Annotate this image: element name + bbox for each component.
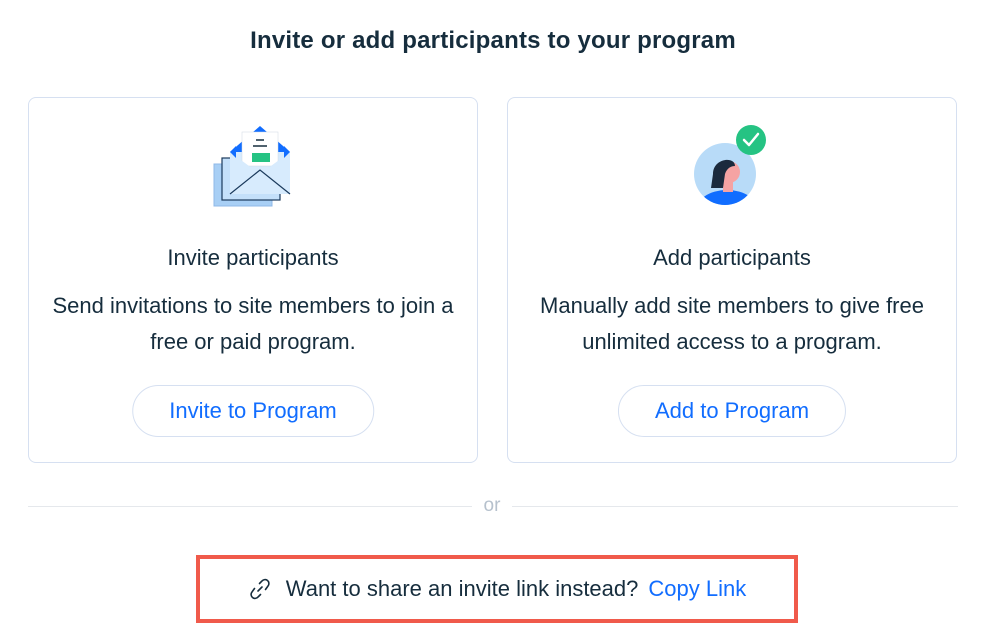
add-card-description: Manually add site members to give free u… — [540, 293, 924, 354]
add-to-program-button[interactable]: Add to Program — [617, 385, 847, 437]
page-title: Invite or add participants to your progr… — [250, 27, 736, 54]
envelope-invitations-icon — [213, 126, 291, 207]
divider-left — [28, 506, 472, 507]
or-separator: or — [483, 495, 501, 516]
invite-participants-page: Invite or add participants to your progr… — [0, 0, 986, 632]
link-icon — [248, 577, 272, 601]
share-link-prompt: Want to share an invite link instead? — [285, 576, 639, 601]
person-checkmark-icon — [694, 125, 766, 205]
share-link-row: Want to share an invite link instead? Co… — [248, 576, 746, 602]
add-card-title: Add participants — [653, 245, 811, 270]
divider-right — [512, 506, 958, 507]
copy-link-button[interactable]: Copy Link — [648, 576, 746, 602]
invite-card-title: Invite participants — [167, 245, 339, 270]
add-participants-card: Add participants Manually add site membe… — [507, 97, 957, 463]
invite-card-description: Send invitations to site members to join… — [52, 293, 454, 354]
invite-participants-card: Invite participants Send invitations to … — [28, 97, 478, 463]
invite-to-program-button[interactable]: Invite to Program — [132, 385, 374, 437]
share-link-highlight: Want to share an invite link instead? Co… — [196, 555, 798, 623]
